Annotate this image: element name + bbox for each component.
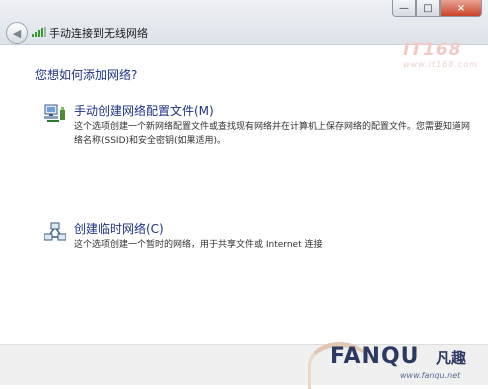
back-arrow-icon: ◀ [12,26,22,40]
option-description: 这个选项创建一个暂时的网络，用于共享文件或 Internet 连接 [74,240,323,250]
watermark-url: www.it168.com [403,60,478,69]
fanqu-logo: FANQU 凡趣 www.fanqu.net [308,334,488,389]
option-title[interactable]: 手动创建网络配置文件(M) [74,102,214,119]
page-heading: 您想如何添加网络? [35,68,138,82]
minimize-button[interactable]: — [392,0,416,17]
watermark-it168: IT168 www.it168.com [403,40,478,69]
logo-chinese: 凡趣 [436,349,467,367]
back-button[interactable]: ◀ [6,22,28,44]
maximize-button[interactable]: □ [416,0,440,17]
watermark-text: IT168 [403,40,462,60]
wireless-signal-icon [32,27,46,37]
window-title: 手动连接到无线网络 [49,27,148,40]
logo-url: www.fanqu.net [400,371,461,380]
option-description: 这个选项创建一个新网络配置文件或查找现有网络并在计算机上保存网络的配置文件。您需… [74,122,471,146]
network-computer-icon [44,104,65,122]
title-bar: — □ × ◀ 手动连接到无线网络 [0,0,488,45]
close-button[interactable]: × [440,0,482,17]
logo-brand: FANQU [330,344,420,369]
adhoc-network-icon [44,222,66,241]
window-controls: — □ × [392,0,482,17]
option-title[interactable]: 创建临时网络(C) [74,220,164,237]
